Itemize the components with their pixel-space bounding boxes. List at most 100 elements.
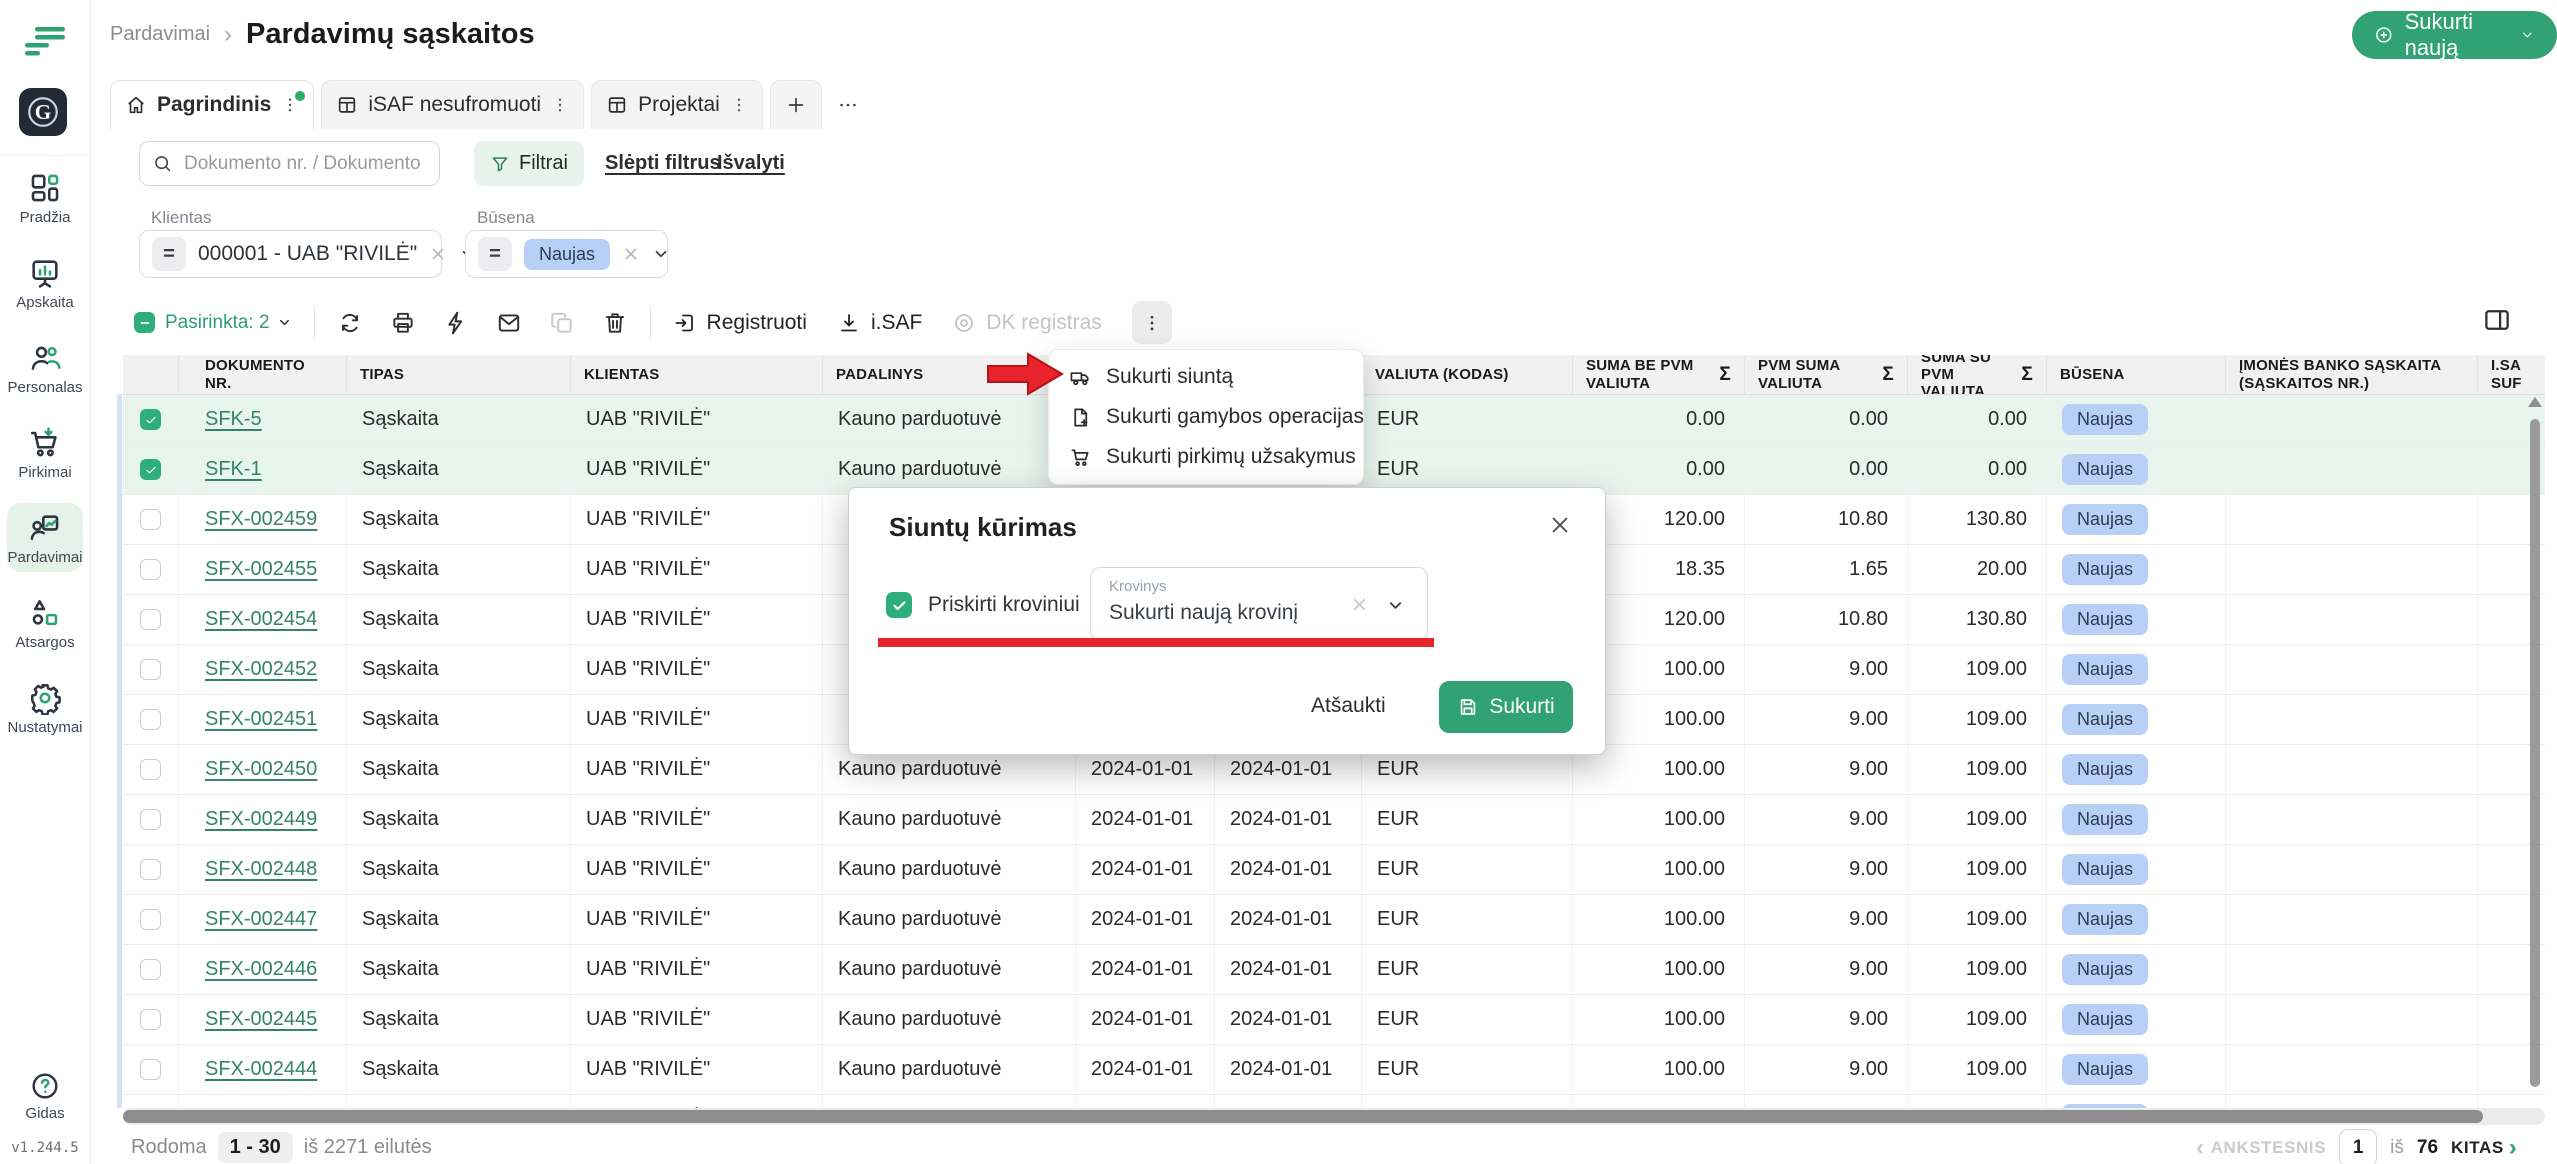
document-link[interactable]: SFX-002447 [205, 908, 317, 931]
document-link[interactable]: SFX-002452 [205, 658, 317, 681]
row-checkbox[interactable] [140, 1059, 161, 1080]
kebab-icon[interactable] [281, 94, 299, 116]
row-checkbox[interactable] [140, 409, 161, 430]
row-checkbox[interactable] [140, 859, 161, 880]
row-checkbox[interactable] [140, 759, 161, 780]
column-header-suma_su[interactable]: SUMA SU PVM VALIUTAΣ [1908, 355, 2047, 394]
cancel-button[interactable]: Atšaukti [1301, 688, 1396, 724]
tab-pagrindinis[interactable]: Pagrindinis [110, 80, 314, 129]
horizontal-scrollbar-thumb[interactable] [123, 1110, 2483, 1123]
clear-icon[interactable] [429, 245, 447, 263]
column-header-valiuta[interactable]: VALIUTA (KODAS) [1362, 355, 1573, 394]
sigma-icon[interactable]: Σ [1876, 364, 1894, 386]
document-link[interactable]: SFX-002445 [205, 1008, 317, 1031]
column-header-suma_be[interactable]: SUMA BE PVM VALIUTAΣ [1573, 355, 1745, 394]
clear-icon[interactable] [622, 245, 640, 263]
row-checkbox[interactable] [140, 459, 161, 480]
add-tab-button[interactable] [770, 80, 822, 129]
klientas-filter-select[interactable]: = 000001 - UAB "RIVILĖ" [139, 230, 442, 278]
clear-icon[interactable] [1350, 595, 1369, 614]
chevron-down-icon[interactable] [652, 245, 670, 263]
column-header-isaf[interactable]: I.SA SUF [2478, 355, 2545, 394]
column-header-tipas[interactable]: TIPAS [347, 355, 571, 394]
sidebar-item-personalas[interactable]: Personalas [7, 333, 83, 402]
chevron-down-icon[interactable] [1386, 596, 1405, 615]
assign-cargo-checkbox[interactable] [886, 592, 912, 618]
document-link[interactable]: SFX-002448 [205, 858, 317, 881]
print-icon[interactable] [390, 310, 416, 336]
page-number-input[interactable]: 1 [2339, 1129, 2377, 1164]
document-link[interactable]: SFX-002449 [205, 808, 317, 831]
column-header-bankas[interactable]: ĮMONĖS BANKO SĄSKAITA (SĄSKAITOS NR.) [2226, 355, 2478, 394]
document-link[interactable]: SFX-002455 [205, 558, 317, 581]
row-checkbox[interactable] [140, 809, 161, 830]
sigma-icon[interactable]: Σ [2015, 364, 2033, 386]
row-checkbox[interactable] [140, 659, 161, 680]
row-checkbox[interactable] [140, 609, 161, 630]
close-icon[interactable] [1549, 514, 1571, 536]
row-checkbox[interactable] [140, 1009, 161, 1030]
sidebar-item-nustatymai[interactable]: Nustatymai [7, 673, 83, 742]
sync-icon[interactable] [337, 310, 363, 336]
hide-filters-link[interactable]: Slėpti filtrus [605, 152, 721, 175]
kebab-icon[interactable] [551, 94, 569, 116]
sigma-icon[interactable]: Σ [1713, 364, 1731, 386]
next-page-button[interactable]: KITAS › [2451, 1136, 2517, 1160]
bolt-icon[interactable] [443, 310, 469, 336]
sidebar-item-pradžia[interactable]: Pradžia [7, 163, 83, 232]
document-link[interactable]: SFX-002446 [205, 958, 317, 981]
column-header-doc[interactable]: DOKUMENTO NR. [179, 355, 347, 394]
row-checkbox[interactable] [140, 909, 161, 930]
sidebar-item-atsargos[interactable]: Atsargos [7, 588, 83, 657]
help-label[interactable]: Gidas [25, 1105, 64, 1122]
filters-button[interactable]: Filtrai [474, 141, 584, 186]
column-header-klientas[interactable]: KLIENTAS [571, 355, 823, 394]
row-checkbox[interactable] [140, 509, 161, 530]
column-header-check[interactable] [123, 355, 179, 394]
column-header-pvm[interactable]: PVM SUMA VALIUTAΣ [1745, 355, 1908, 394]
mail-icon[interactable] [496, 310, 522, 336]
document-link[interactable]: SFX-002459 [205, 508, 317, 531]
clear-filters-link[interactable]: Išvalyti [717, 152, 785, 175]
column-header-padalinys[interactable]: PADALINYS [823, 355, 1076, 394]
vertical-scrollbar[interactable] [2527, 397, 2543, 1103]
document-link[interactable]: SFK-1 [205, 458, 262, 481]
document-link[interactable]: SFX-002444 [205, 1058, 317, 1081]
document-link[interactable]: SFX-002451 [205, 708, 317, 731]
column-header-busena[interactable]: BŪSENA [2047, 355, 2226, 394]
scroll-up-arrow[interactable] [2528, 397, 2542, 407]
company-logo[interactable]: G [19, 88, 67, 136]
menu-item-sukurti-pirkimų-užsakymus[interactable]: Sukurti pirkimų užsakymus [1049, 437, 1363, 477]
column-settings-icon[interactable] [2482, 305, 2512, 335]
menu-toggle-icon[interactable] [23, 26, 67, 60]
register-button[interactable]: Registruoti [673, 311, 807, 335]
equals-operator-icon[interactable]: = [478, 237, 512, 271]
row-checkbox[interactable] [140, 959, 161, 980]
trash-icon[interactable] [602, 310, 628, 336]
vertical-scrollbar-thumb[interactable] [2530, 419, 2540, 1087]
document-link[interactable]: SFX-002454 [205, 608, 317, 631]
selected-count-dropdown[interactable]: Pasirinkta: 2 [165, 312, 292, 334]
equals-operator-icon[interactable]: = [152, 237, 186, 271]
isaf-button[interactable]: i.SAF [837, 311, 922, 335]
tab-projektai[interactable]: Projektai [591, 80, 763, 129]
sidebar-item-pirkimai[interactable]: Pirkimai [7, 418, 83, 487]
busena-filter-select[interactable]: = Naujas [465, 230, 668, 278]
row-checkbox[interactable] [140, 559, 161, 580]
help-icon[interactable] [29, 1070, 61, 1102]
tab-isaf-nesufromuoti[interactable]: iSAF nesufromuoti [321, 80, 584, 129]
create-new-button[interactable]: Sukurti naują [2352, 11, 2557, 59]
menu-item-sukurti-siuntą[interactable]: Sukurti siuntą [1049, 357, 1363, 397]
cargo-select[interactable]: Krovinys Sukurti naują krovinį [1090, 567, 1428, 641]
row-checkbox[interactable] [140, 709, 161, 730]
sidebar-item-apskaita[interactable]: Apskaita [7, 248, 83, 317]
select-all-checkbox[interactable] [134, 312, 155, 333]
kebab-icon[interactable] [730, 94, 748, 116]
more-tabs-button[interactable] [829, 81, 867, 129]
search-input[interactable] [182, 152, 427, 176]
sidebar-item-pardavimai[interactable]: Pardavimai [7, 503, 83, 572]
more-actions-button[interactable] [1132, 301, 1172, 344]
submit-button[interactable]: Sukurti [1439, 681, 1573, 733]
menu-item-sukurti-gamybos-operacijas[interactable]: Sukurti gamybos operacijas [1049, 397, 1363, 437]
breadcrumb-parent[interactable]: Pardavimai [110, 23, 210, 46]
